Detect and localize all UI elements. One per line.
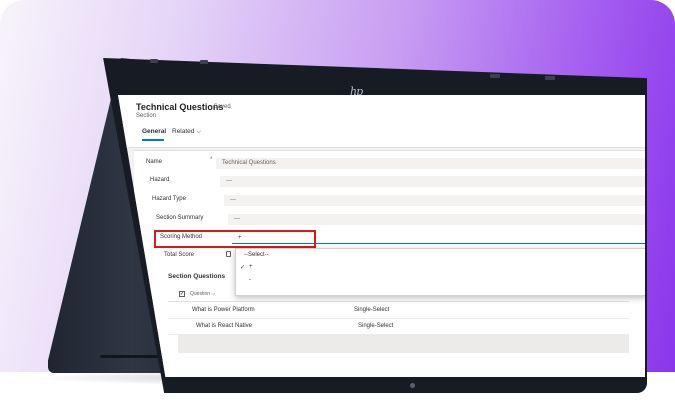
lock-icon [226, 251, 231, 257]
field-label-total-score: Total Score [164, 252, 195, 258]
scoring-method-dropdown: --Select-- ✓ + - [235, 248, 645, 296]
column-header-question[interactable]: Question ⌵ [190, 291, 215, 297]
save-status: - Saved [210, 104, 231, 110]
required-indicator: * [210, 157, 213, 163]
response-type-cell: Single-Select [358, 323, 394, 329]
dropdown-option[interactable]: --Select-- [244, 252, 269, 258]
field-label-hazard: Hazard [150, 177, 170, 183]
field-label-section-summary: Section Summary [156, 215, 204, 221]
bezel-notch [200, 60, 208, 64]
field-label-hazard-type: Hazard Type [152, 196, 186, 202]
bezel-notch [490, 74, 500, 78]
entity-name: Section [136, 113, 157, 119]
active-tab-indicator [142, 139, 164, 141]
dropdown-option[interactable]: - [249, 277, 251, 283]
scoring-method-highlight [154, 230, 316, 248]
check-icon: ✓ [240, 265, 246, 271]
webcam-icon [410, 383, 415, 388]
question-cell[interactable]: What is React Native [196, 323, 252, 329]
subgrid-title: Section Questions [168, 273, 226, 280]
tab-general[interactable]: General [142, 128, 166, 135]
hazard-type-field[interactable]: --- [224, 195, 645, 206]
hazard-field[interactable]: --- [220, 176, 645, 187]
field-label-name: Name [146, 159, 163, 165]
laptop-screen: Technical Questions - Saved Section Gene… [118, 95, 645, 377]
table-row[interactable]: What is React Native Single-Select [168, 319, 629, 335]
bezel-notch [545, 76, 555, 80]
subgrid-footer [178, 335, 629, 353]
section-summary-field[interactable]: --- [228, 214, 645, 225]
bezel-notch [150, 59, 158, 63]
dropdown-option[interactable]: + [249, 264, 253, 270]
question-cell[interactable]: What is Power Platform [192, 307, 255, 313]
select-all-checkbox[interactable]: ✓ [179, 291, 185, 297]
tab-related[interactable]: Related ⌵ [172, 128, 201, 136]
laptop-edge [100, 355, 160, 358]
response-type-cell: Single-Select [354, 307, 390, 313]
record-header: Technical Questions - Saved Section Gene… [118, 95, 645, 148]
name-field[interactable]: Technical Questions [216, 158, 645, 169]
table-row[interactable]: What is Power Platform Single-Select [168, 303, 629, 319]
